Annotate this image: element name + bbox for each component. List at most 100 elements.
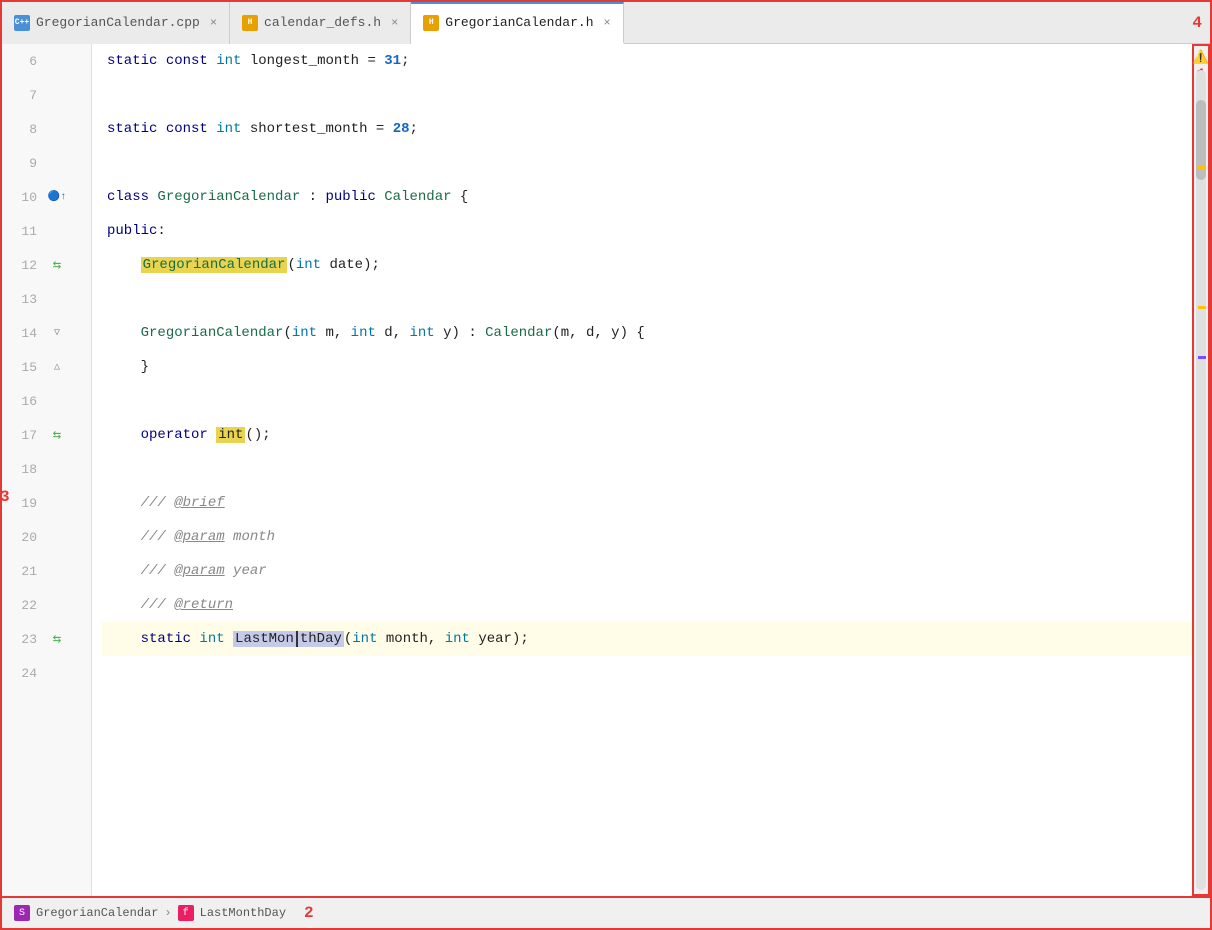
- code-line-21: /// @param year: [102, 554, 1192, 588]
- code-line-13: [102, 282, 1192, 316]
- status-class-icon: S: [14, 905, 30, 921]
- marker-17: ⇆: [47, 427, 67, 444]
- code-line-12: GregorianCalendar(int date);: [102, 248, 1192, 282]
- cpp-icon: C++: [14, 15, 30, 31]
- gutter-row-12: 12 ⇆: [2, 248, 91, 282]
- fn-lastmonth-23b: thDay: [298, 631, 344, 647]
- scrollbar[interactable]: ⚠️ 1: [1192, 44, 1210, 896]
- status-chevron: ›: [164, 906, 171, 920]
- line-num-17: 17: [2, 428, 47, 443]
- status-fn-label: LastMonthDay: [200, 906, 286, 920]
- status-fn-icon-label: f: [183, 908, 189, 919]
- comment-21b: year: [225, 563, 267, 579]
- status-class-label: GregorianCalendar: [36, 906, 158, 920]
- badge-3: 3: [2, 488, 10, 506]
- line-num-6: 6: [2, 54, 47, 69]
- gutter-row-14: 14 ▽: [2, 316, 91, 350]
- num-31: 31: [384, 53, 401, 69]
- line-num-14: 14: [2, 326, 47, 341]
- editor-window: C++ GregorianCalendar.cpp × H calendar_d…: [0, 0, 1212, 930]
- code-line-6: static const int longest_month = 31;: [102, 44, 1192, 78]
- line-num-13: 13: [2, 292, 47, 307]
- warning-icon[interactable]: ⚠️: [1192, 48, 1210, 66]
- kw-const-8: const: [166, 121, 216, 137]
- line-num-16: 16: [2, 394, 47, 409]
- tab-close-gregorian-h[interactable]: ×: [604, 16, 611, 30]
- kw-class-10: class: [107, 189, 157, 205]
- brace-10: {: [452, 189, 469, 205]
- marker-12: ⇆: [47, 257, 67, 274]
- paren-23: (: [344, 631, 352, 647]
- code-line-19: /// @brief: [102, 486, 1192, 520]
- tab-close-defs[interactable]: ×: [391, 16, 398, 30]
- line-num-20: 20: [2, 530, 47, 545]
- gutter-row-8: 8: [2, 112, 91, 146]
- kw-static-8: static: [107, 121, 166, 137]
- scroll-track[interactable]: [1196, 70, 1206, 890]
- int-box-17: int: [216, 427, 245, 443]
- cls-gregor-10: GregorianCalendar: [157, 189, 300, 205]
- paren-12a: (: [287, 257, 295, 273]
- text-12: date);: [321, 257, 380, 273]
- comment-tag-21: @param: [174, 563, 224, 579]
- comment-19a: ///: [141, 495, 175, 511]
- code-line-22: /// @return: [102, 588, 1192, 622]
- marker-10: 🔵↑: [47, 191, 67, 203]
- text-14a: m,: [317, 325, 351, 341]
- gutter-row-7: 7: [2, 78, 91, 112]
- kw-const-6: const: [166, 53, 216, 69]
- line-num-9: 9: [2, 156, 47, 171]
- code-line-15: }: [102, 350, 1192, 384]
- text-23a: month,: [378, 631, 445, 647]
- code-editor[interactable]: static const int longest_month = 31; sta…: [92, 44, 1192, 896]
- marker-15: △: [47, 361, 67, 373]
- marker-23: ⇆: [47, 631, 67, 648]
- indent-14: [107, 325, 141, 341]
- status-bar: S GregorianCalendar › f LastMonthDay 2: [2, 896, 1210, 928]
- h-icon-gregorian: H: [423, 15, 439, 31]
- code-line-7: [102, 78, 1192, 112]
- fn-gregor-12: GregorianCalendar: [141, 257, 288, 273]
- tab-close-cpp[interactable]: ×: [210, 16, 217, 30]
- h-icon-defs: H: [242, 15, 258, 31]
- kw-static-6: static: [107, 53, 166, 69]
- type-int-6: int: [216, 53, 241, 69]
- line-num-12: 12: [2, 258, 47, 273]
- code-line-11: public:: [102, 214, 1192, 248]
- kw-static-23: static: [141, 631, 200, 647]
- line-num-23: 23: [2, 632, 47, 647]
- comment-20b: month: [225, 529, 275, 545]
- tab-calendar-defs[interactable]: H calendar_defs.h ×: [230, 2, 411, 44]
- gutter-row-22: 22: [2, 588, 91, 622]
- gutter-row-11: 11: [2, 214, 91, 248]
- indent-22: [107, 597, 141, 613]
- code-line-20: /// @param month: [102, 520, 1192, 554]
- line-num-22: 22: [2, 598, 47, 613]
- tab-gregorian-h[interactable]: H GregorianCalendar.h ×: [411, 2, 623, 44]
- cls-calendar-14: Calendar: [485, 325, 552, 341]
- indent-19: [107, 495, 141, 511]
- code-line-14: GregorianCalendar(int m, int d, int y) :…: [102, 316, 1192, 350]
- text-14d: (m, d, y) {: [552, 325, 644, 341]
- line-num-10: 10: [2, 190, 47, 205]
- type-int-23b: int: [445, 631, 470, 647]
- text-14c: y) :: [435, 325, 485, 341]
- line-num-18: 18: [2, 462, 47, 477]
- code-line-18: [102, 452, 1192, 486]
- code-line-16: [102, 384, 1192, 418]
- marker-14: ▽: [47, 327, 67, 339]
- status-class-icon-label: S: [19, 908, 25, 919]
- fn-lastmonth-23a: LastMon: [233, 631, 296, 647]
- scroll-marker-purple: [1198, 356, 1206, 359]
- gutter-row-6: 6: [2, 44, 91, 78]
- text-6: longest_month =: [241, 53, 384, 69]
- tab-label-defs: calendar_defs.h: [264, 15, 381, 30]
- text-17: ();: [245, 427, 270, 443]
- indent-20: [107, 529, 141, 545]
- comment-tag-20: @param: [174, 529, 224, 545]
- space-23: [225, 631, 233, 647]
- scroll-marker-yellow-1: [1198, 166, 1206, 169]
- kw-public-10: public: [325, 189, 384, 205]
- num-28: 28: [393, 121, 410, 137]
- tab-gregorian-cpp[interactable]: C++ GregorianCalendar.cpp ×: [2, 2, 230, 44]
